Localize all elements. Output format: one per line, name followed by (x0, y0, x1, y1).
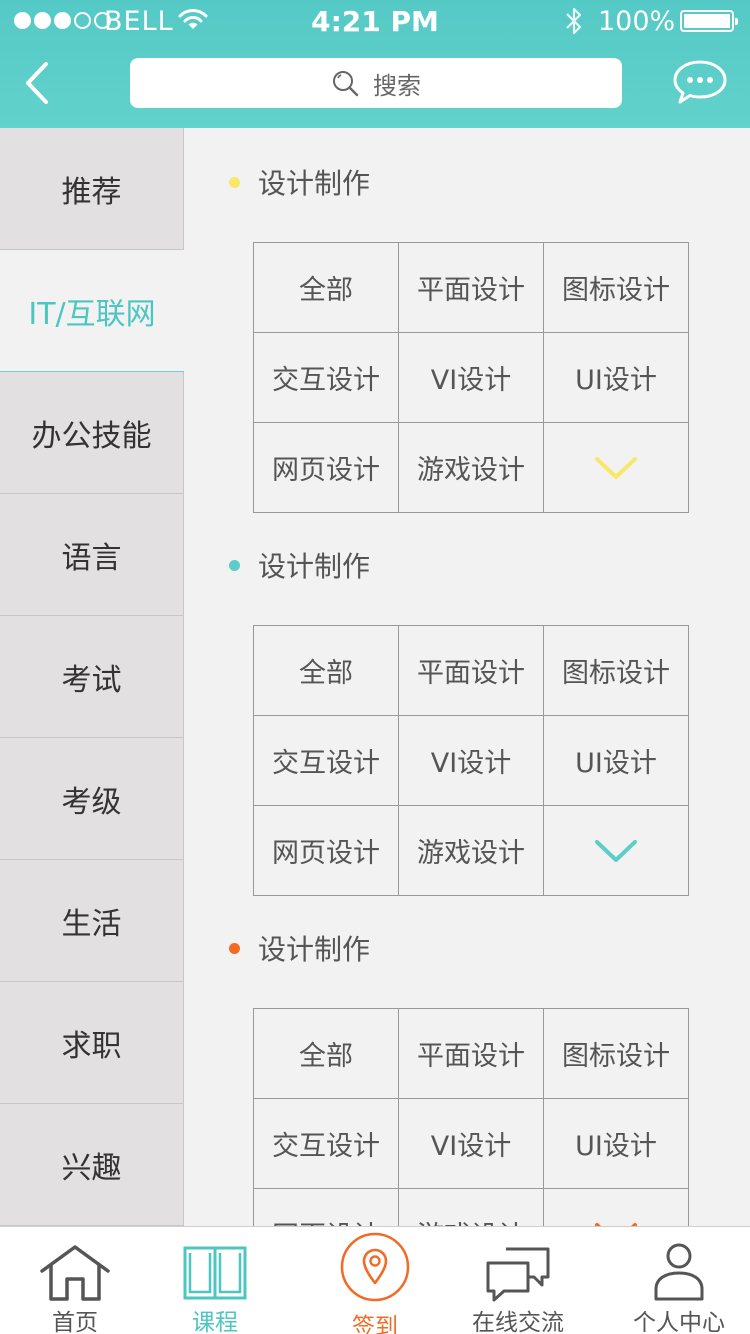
sidebar-item-recommend[interactable]: 推荐 (0, 128, 184, 250)
book-icon (183, 1246, 247, 1300)
search-icon (333, 71, 359, 97)
subcategory-cell[interactable]: 图标设计 (544, 626, 689, 716)
subcategory-cell[interactable]: UI设计 (544, 333, 689, 423)
expand-button[interactable] (544, 806, 689, 896)
tab-checkin[interactable]: 签到 (300, 1227, 450, 1334)
subcategory-cell[interactable]: 全部 (254, 243, 399, 333)
section-header: 设计制作 (229, 928, 370, 968)
section-header: 设计制作 (229, 162, 370, 202)
subcategory-cell[interactable]: 游戏设计 (399, 806, 544, 896)
subcategory-cell[interactable]: 交互设计 (254, 716, 399, 806)
sidebar-item-office-skills[interactable]: 办公技能 (0, 372, 184, 494)
subcategory-cell[interactable]: UI设计 (544, 1099, 689, 1189)
subcategory-cell[interactable]: VI设计 (399, 716, 544, 806)
section-title: 设计制作 (258, 933, 371, 966)
tab-label: 在线交流 (472, 1310, 564, 1334)
sidebar-item-grade-test[interactable]: 考级 (0, 738, 184, 860)
section-header: 设计制作 (229, 545, 370, 585)
sidebar-item-label: 生活 (61, 906, 122, 942)
sidebar-item-it-internet[interactable]: IT/互联网 (0, 250, 184, 372)
location-pin-icon (340, 1232, 410, 1302)
battery-percent: 100% (598, 6, 676, 37)
sidebar-item-exam[interactable]: 考试 (0, 616, 184, 738)
sidebar-item-life[interactable]: 生活 (0, 860, 184, 982)
subcategory-cell[interactable]: VI设计 (399, 1099, 544, 1189)
section-title: 设计制作 (258, 550, 371, 583)
chevron-down-icon (595, 839, 637, 862)
search-placeholder: 搜索 (373, 71, 421, 100)
subcategory-cell[interactable]: 交互设计 (254, 333, 399, 423)
subcategory-grid: 全部 平面设计 图标设计 交互设计 VI设计 UI设计 网页设计 游戏设计 (253, 1008, 689, 1226)
status-bar: BELL 4:21 PM 100% (0, 0, 750, 44)
sidebar-item-label: 求职 (61, 1028, 122, 1064)
subcategory-grid: 全部 平面设计 图标设计 交互设计 VI设计 UI设计 网页设计 游戏设计 (253, 242, 689, 513)
sidebar-item-label: 考级 (61, 784, 122, 820)
subcategory-cell[interactable]: 游戏设计 (399, 1189, 544, 1226)
tab-profile[interactable]: 个人中心 (604, 1227, 750, 1334)
subcategory-cell[interactable]: 平面设计 (399, 1009, 544, 1099)
subcategory-cell[interactable]: 交互设计 (254, 1099, 399, 1189)
subcategory-cell[interactable]: 图标设计 (544, 243, 689, 333)
tab-label: 签到 (352, 1314, 398, 1334)
subcategory-cell[interactable]: 全部 (254, 1009, 399, 1099)
bottom-tab-bar: 首页 课程 签到 在线交流 个人中心 (0, 1226, 750, 1334)
subcategory-cell[interactable]: 网页设计 (254, 423, 399, 513)
section-dot-icon (229, 942, 240, 954)
battery-icon (680, 10, 738, 32)
sidebar-item-hobby[interactable]: 兴趣 (0, 1104, 184, 1226)
chevron-left-icon (26, 62, 48, 104)
subcategory-cell[interactable]: 游戏设计 (399, 423, 544, 513)
sidebar-item-label: 兴趣 (61, 1150, 122, 1186)
subcategory-cell[interactable]: 网页设计 (254, 806, 399, 896)
sidebar-item-language[interactable]: 语言 (0, 494, 184, 616)
bluetooth-icon (563, 6, 585, 43)
subcategory-cell[interactable]: 网页设计 (254, 1189, 399, 1226)
sidebar-item-job[interactable]: 求职 (0, 982, 184, 1104)
category-content: 设计制作 全部 平面设计 图标设计 交互设计 VI设计 UI设计 网页设计 游戏… (184, 128, 750, 1226)
section-dot-icon (229, 559, 240, 571)
tab-home[interactable]: 首页 (0, 1227, 150, 1334)
sidebar-item-label: 办公技能 (31, 418, 152, 454)
sidebar-item-label: 考试 (61, 662, 122, 698)
sidebar-item-label: IT/互联网 (28, 296, 156, 332)
subcategory-grid: 全部 平面设计 图标设计 交互设计 VI设计 UI设计 网页设计 游戏设计 (253, 625, 689, 896)
subcategory-cell[interactable]: 全部 (254, 626, 399, 716)
expand-button[interactable] (544, 1189, 689, 1226)
subcategory-cell[interactable]: UI设计 (544, 716, 689, 806)
chat-icon (486, 1247, 550, 1302)
subcategory-cell[interactable]: VI设计 (399, 333, 544, 423)
tab-label: 首页 (52, 1310, 98, 1334)
home-icon (40, 1245, 110, 1301)
chat-bubble-icon (673, 60, 727, 104)
back-button[interactable] (18, 58, 58, 108)
expand-button[interactable] (544, 423, 689, 513)
search-input[interactable]: 搜索 (130, 58, 622, 108)
subcategory-cell[interactable]: 平面设计 (399, 626, 544, 716)
tab-courses[interactable]: 课程 (140, 1227, 290, 1334)
tab-label: 个人中心 (633, 1310, 725, 1334)
subcategory-cell[interactable]: 平面设计 (399, 243, 544, 333)
sidebar-item-label: 语言 (61, 540, 122, 576)
message-button[interactable] (672, 58, 728, 106)
sidebar-item-label: 推荐 (61, 174, 122, 210)
tab-label: 课程 (192, 1310, 238, 1334)
chevron-down-icon (595, 456, 637, 479)
subcategory-cell[interactable]: 图标设计 (544, 1009, 689, 1099)
tab-online-chat[interactable]: 在线交流 (443, 1227, 593, 1334)
header: BELL 4:21 PM 100% 搜索 (0, 0, 750, 128)
person-icon (654, 1243, 704, 1301)
section-dot-icon (229, 176, 240, 188)
section-title: 设计制作 (258, 167, 371, 200)
category-sidebar: 推荐 IT/互联网 办公技能 语言 考试 考级 生活 求职 兴趣 (0, 128, 184, 1226)
